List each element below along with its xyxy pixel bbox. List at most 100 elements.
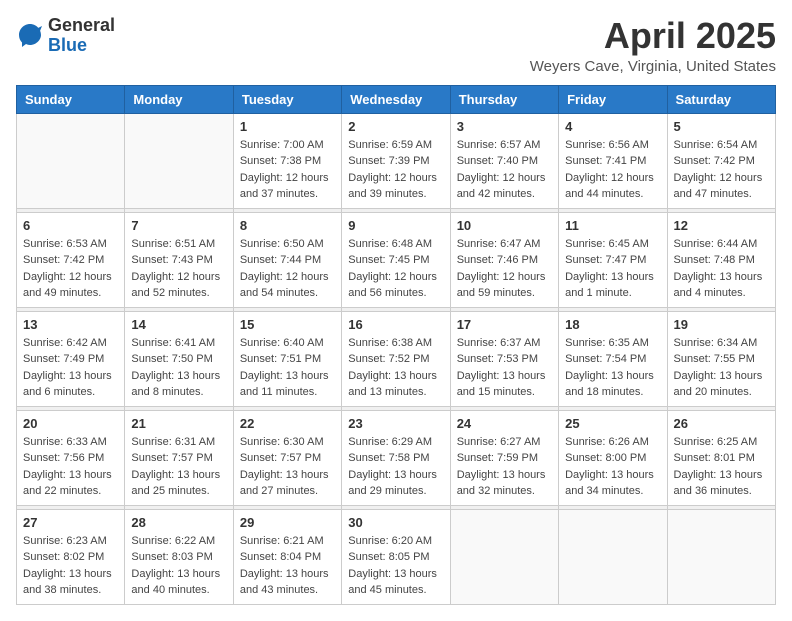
logo-icon [16, 22, 44, 50]
calendar-cell: 19Sunrise: 6:34 AM Sunset: 7:55 PM Dayli… [667, 311, 775, 406]
subtitle: Weyers Cave, Virginia, United States [530, 58, 776, 75]
calendar-cell [667, 509, 775, 604]
day-number: 30 [348, 515, 443, 530]
logo-general: General [48, 16, 115, 36]
calendar-cell: 28 Sunrise: 6:22 AM Sunset: 8:03 PM Dayli… [125, 509, 233, 604]
day-number: 15 [240, 317, 335, 332]
day-info: Sunrise: 6:40 AM Sunset: 7:51 PM Dayligh… [240, 335, 335, 401]
day-info: Sunrise: 6:37 AM Sunset: 7:53 PM Dayligh… [457, 335, 552, 401]
day-number: 22 [240, 416, 335, 431]
calendar-week-row: 27Sunrise: 6:23 AM Sunset: 8:02 PM Dayli… [17, 509, 776, 604]
day-number: 26 [674, 416, 769, 431]
calendar-cell: 13 Sunrise: 6:42 AM Sunset: 7:49 PM Dayli… [17, 311, 125, 406]
calendar-cell: 27Sunrise: 6:23 AM Sunset: 8:02 PM Dayli… [17, 509, 125, 604]
day-info: Sunrise: 6:38 AM Sunset: 7:52 PM Dayligh… [348, 335, 443, 401]
calendar-cell: 20Sunrise: 6:33 AM Sunset: 7:56 PM Dayli… [17, 410, 125, 505]
day-number: 11 [565, 218, 660, 233]
calendar-cell: 30 Sunrise: 6:20 AM Sunset: 8:05 PM Dayli… [342, 509, 450, 604]
calendar-cell: 10Sunrise: 6:47 AM Sunset: 7:46 PM Dayli… [450, 212, 558, 307]
day-info: Sunrise: 6:20 AM Sunset: 8:05 PM Dayligh… [348, 533, 443, 599]
calendar-cell: 26 Sunrise: 6:25 AM Sunset: 8:01 PM Dayli… [667, 410, 775, 505]
calendar-cell: 12Sunrise: 6:44 AM Sunset: 7:48 PM Dayli… [667, 212, 775, 307]
calendar-cell: 11 Sunrise: 6:45 AM Sunset: 7:47 PM Dayli… [559, 212, 667, 307]
day-number: 3 [457, 119, 552, 134]
day-number: 4 [565, 119, 660, 134]
day-info: Sunrise: 6:34 AM Sunset: 7:55 PM Dayligh… [674, 335, 769, 401]
day-number: 6 [23, 218, 118, 233]
day-info: Sunrise: 7:00 AM Sunset: 7:38 PM Dayligh… [240, 137, 335, 203]
day-number: 5 [674, 119, 769, 134]
day-number: 24 [457, 416, 552, 431]
page-header: General Blue April 2025 Weyers Cave, Vir… [16, 16, 776, 75]
day-info: Sunrise: 6:59 AM Sunset: 7:39 PM Dayligh… [348, 137, 443, 203]
day-info: Sunrise: 6:23 AM Sunset: 8:02 PM Dayligh… [23, 533, 118, 599]
day-number: 17 [457, 317, 552, 332]
calendar-cell: 8 Sunrise: 6:50 AM Sunset: 7:44 PM Daylig… [233, 212, 341, 307]
day-number: 8 [240, 218, 335, 233]
calendar-cell [125, 113, 233, 208]
calendar-cell [450, 509, 558, 604]
day-info: Sunrise: 6:45 AM Sunset: 7:47 PM Dayligh… [565, 236, 660, 302]
calendar-cell: 23 Sunrise: 6:29 AM Sunset: 7:58 PM Dayli… [342, 410, 450, 505]
day-info: Sunrise: 6:30 AM Sunset: 7:57 PM Dayligh… [240, 434, 335, 500]
calendar-cell: 22 Sunrise: 6:30 AM Sunset: 7:57 PM Dayli… [233, 410, 341, 505]
day-number: 23 [348, 416, 443, 431]
day-info: Sunrise: 6:25 AM Sunset: 8:01 PM Dayligh… [674, 434, 769, 500]
day-number: 10 [457, 218, 552, 233]
calendar-header-tuesday: Tuesday [233, 85, 341, 113]
day-info: Sunrise: 6:56 AM Sunset: 7:41 PM Dayligh… [565, 137, 660, 203]
logo-text: General Blue [48, 16, 115, 56]
day-info: Sunrise: 6:57 AM Sunset: 7:40 PM Dayligh… [457, 137, 552, 203]
day-number: 9 [348, 218, 443, 233]
day-info: Sunrise: 6:41 AM Sunset: 7:50 PM Dayligh… [131, 335, 226, 401]
calendar-week-row: 13 Sunrise: 6:42 AM Sunset: 7:49 PM Dayli… [17, 311, 776, 406]
day-number: 1 [240, 119, 335, 134]
day-info: Sunrise: 6:50 AM Sunset: 7:44 PM Dayligh… [240, 236, 335, 302]
day-number: 21 [131, 416, 226, 431]
day-info: Sunrise: 6:44 AM Sunset: 7:48 PM Dayligh… [674, 236, 769, 302]
calendar-cell: 17 Sunrise: 6:37 AM Sunset: 7:53 PM Dayli… [450, 311, 558, 406]
day-number: 7 [131, 218, 226, 233]
logo: General Blue [16, 16, 115, 56]
calendar-cell: 24 Sunrise: 6:27 AM Sunset: 7:59 PM Dayli… [450, 410, 558, 505]
calendar-cell: 7 Sunrise: 6:51 AM Sunset: 7:43 PM Daylig… [125, 212, 233, 307]
calendar-header-wednesday: Wednesday [342, 85, 450, 113]
title-area: April 2025 Weyers Cave, Virginia, United… [530, 16, 776, 75]
day-number: 2 [348, 119, 443, 134]
calendar-header-friday: Friday [559, 85, 667, 113]
calendar: SundayMondayTuesdayWednesdayThursdayFrid… [16, 85, 776, 605]
calendar-cell: 4 Sunrise: 6:56 AM Sunset: 7:41 PM Daylig… [559, 113, 667, 208]
calendar-cell: 15 Sunrise: 6:40 AM Sunset: 7:51 PM Dayli… [233, 311, 341, 406]
day-info: Sunrise: 6:35 AM Sunset: 7:54 PM Dayligh… [565, 335, 660, 401]
day-info: Sunrise: 6:22 AM Sunset: 8:03 PM Dayligh… [131, 533, 226, 599]
calendar-cell: 9 Sunrise: 6:48 AM Sunset: 7:45 PM Daylig… [342, 212, 450, 307]
day-number: 29 [240, 515, 335, 530]
day-info: Sunrise: 6:54 AM Sunset: 7:42 PM Dayligh… [674, 137, 769, 203]
calendar-header-monday: Monday [125, 85, 233, 113]
calendar-cell: 18Sunrise: 6:35 AM Sunset: 7:54 PM Dayli… [559, 311, 667, 406]
calendar-week-row: 6Sunrise: 6:53 AM Sunset: 7:42 PM Daylig… [17, 212, 776, 307]
calendar-cell: 3 Sunrise: 6:57 AM Sunset: 7:40 PM Daylig… [450, 113, 558, 208]
calendar-header-thursday: Thursday [450, 85, 558, 113]
day-info: Sunrise: 6:21 AM Sunset: 8:04 PM Dayligh… [240, 533, 335, 599]
day-info: Sunrise: 6:31 AM Sunset: 7:57 PM Dayligh… [131, 434, 226, 500]
calendar-cell: 2 Sunrise: 6:59 AM Sunset: 7:39 PM Daylig… [342, 113, 450, 208]
calendar-cell: 1 Sunrise: 7:00 AM Sunset: 7:38 PM Daylig… [233, 113, 341, 208]
day-info: Sunrise: 6:42 AM Sunset: 7:49 PM Dayligh… [23, 335, 118, 401]
logo-blue: Blue [48, 36, 115, 56]
calendar-cell: 14 Sunrise: 6:41 AM Sunset: 7:50 PM Dayli… [125, 311, 233, 406]
day-info: Sunrise: 6:27 AM Sunset: 7:59 PM Dayligh… [457, 434, 552, 500]
calendar-cell: 5 Sunrise: 6:54 AM Sunset: 7:42 PM Daylig… [667, 113, 775, 208]
day-info: Sunrise: 6:26 AM Sunset: 8:00 PM Dayligh… [565, 434, 660, 500]
day-info: Sunrise: 6:29 AM Sunset: 7:58 PM Dayligh… [348, 434, 443, 500]
calendar-week-row: 20Sunrise: 6:33 AM Sunset: 7:56 PM Dayli… [17, 410, 776, 505]
calendar-cell [17, 113, 125, 208]
day-info: Sunrise: 6:48 AM Sunset: 7:45 PM Dayligh… [348, 236, 443, 302]
day-number: 14 [131, 317, 226, 332]
day-number: 25 [565, 416, 660, 431]
day-number: 13 [23, 317, 118, 332]
day-number: 28 [131, 515, 226, 530]
day-info: Sunrise: 6:51 AM Sunset: 7:43 PM Dayligh… [131, 236, 226, 302]
calendar-header-saturday: Saturday [667, 85, 775, 113]
calendar-week-row: 1 Sunrise: 7:00 AM Sunset: 7:38 PM Daylig… [17, 113, 776, 208]
